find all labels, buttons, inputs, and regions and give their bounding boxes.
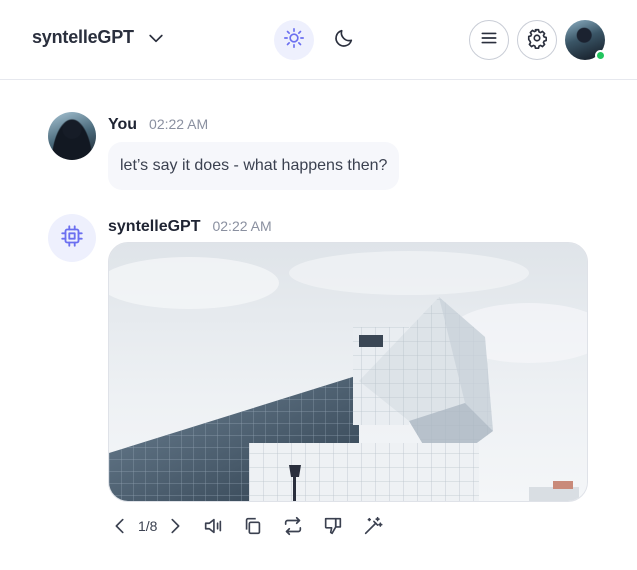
copy-icon bbox=[246, 517, 261, 535]
copy-button[interactable] bbox=[241, 514, 265, 538]
model-selector[interactable]: syntelleGPT bbox=[32, 27, 166, 48]
online-status-dot bbox=[595, 50, 606, 61]
enhance-button[interactable] bbox=[361, 514, 385, 538]
variant-pager: 1/8 bbox=[138, 518, 158, 534]
message-time: 02:22 AM bbox=[212, 218, 272, 234]
regenerate-icon bbox=[285, 516, 302, 536]
menu-button[interactable] bbox=[469, 20, 509, 60]
brand-name: syntelleGPT bbox=[32, 27, 134, 47]
regenerate-button[interactable] bbox=[281, 514, 305, 538]
chevron-left-icon bbox=[115, 518, 124, 534]
read-aloud-button[interactable] bbox=[201, 514, 225, 538]
user-message-bubble: let’s say it does - what happens then? bbox=[108, 142, 400, 190]
hamburger-menu-icon bbox=[479, 28, 499, 53]
top-bar: syntelleGPT bbox=[0, 0, 637, 80]
user-message-header: You 02:22 AM bbox=[108, 116, 208, 134]
thumbs-down-icon bbox=[325, 517, 342, 535]
dark-theme-button[interactable] bbox=[324, 20, 364, 60]
magic-wand-icon bbox=[365, 516, 384, 535]
moon-icon bbox=[333, 27, 355, 54]
user-avatar bbox=[48, 112, 96, 160]
generated-image[interactable] bbox=[108, 242, 588, 502]
chevron-down-icon bbox=[146, 28, 166, 48]
assistant-message-header: syntelleGPT 02:22 AM bbox=[108, 218, 272, 236]
settings-button[interactable] bbox=[517, 20, 557, 60]
profile-avatar[interactable] bbox=[565, 20, 606, 61]
previous-button[interactable] bbox=[108, 514, 132, 538]
next-button[interactable] bbox=[163, 514, 187, 538]
gear-icon bbox=[526, 27, 548, 54]
sender-name: You bbox=[108, 116, 138, 133]
assistant-avatar bbox=[48, 214, 96, 262]
message-time: 02:22 AM bbox=[149, 116, 209, 132]
cpu-chip-icon bbox=[59, 223, 85, 254]
speaker-icon bbox=[205, 518, 222, 534]
sender-name: syntelleGPT bbox=[108, 218, 201, 235]
light-theme-button[interactable] bbox=[274, 20, 314, 60]
message-actions: 1/8 bbox=[108, 513, 385, 539]
sun-icon bbox=[283, 27, 305, 54]
chevron-right-icon bbox=[171, 518, 180, 534]
dislike-button[interactable] bbox=[321, 514, 345, 538]
